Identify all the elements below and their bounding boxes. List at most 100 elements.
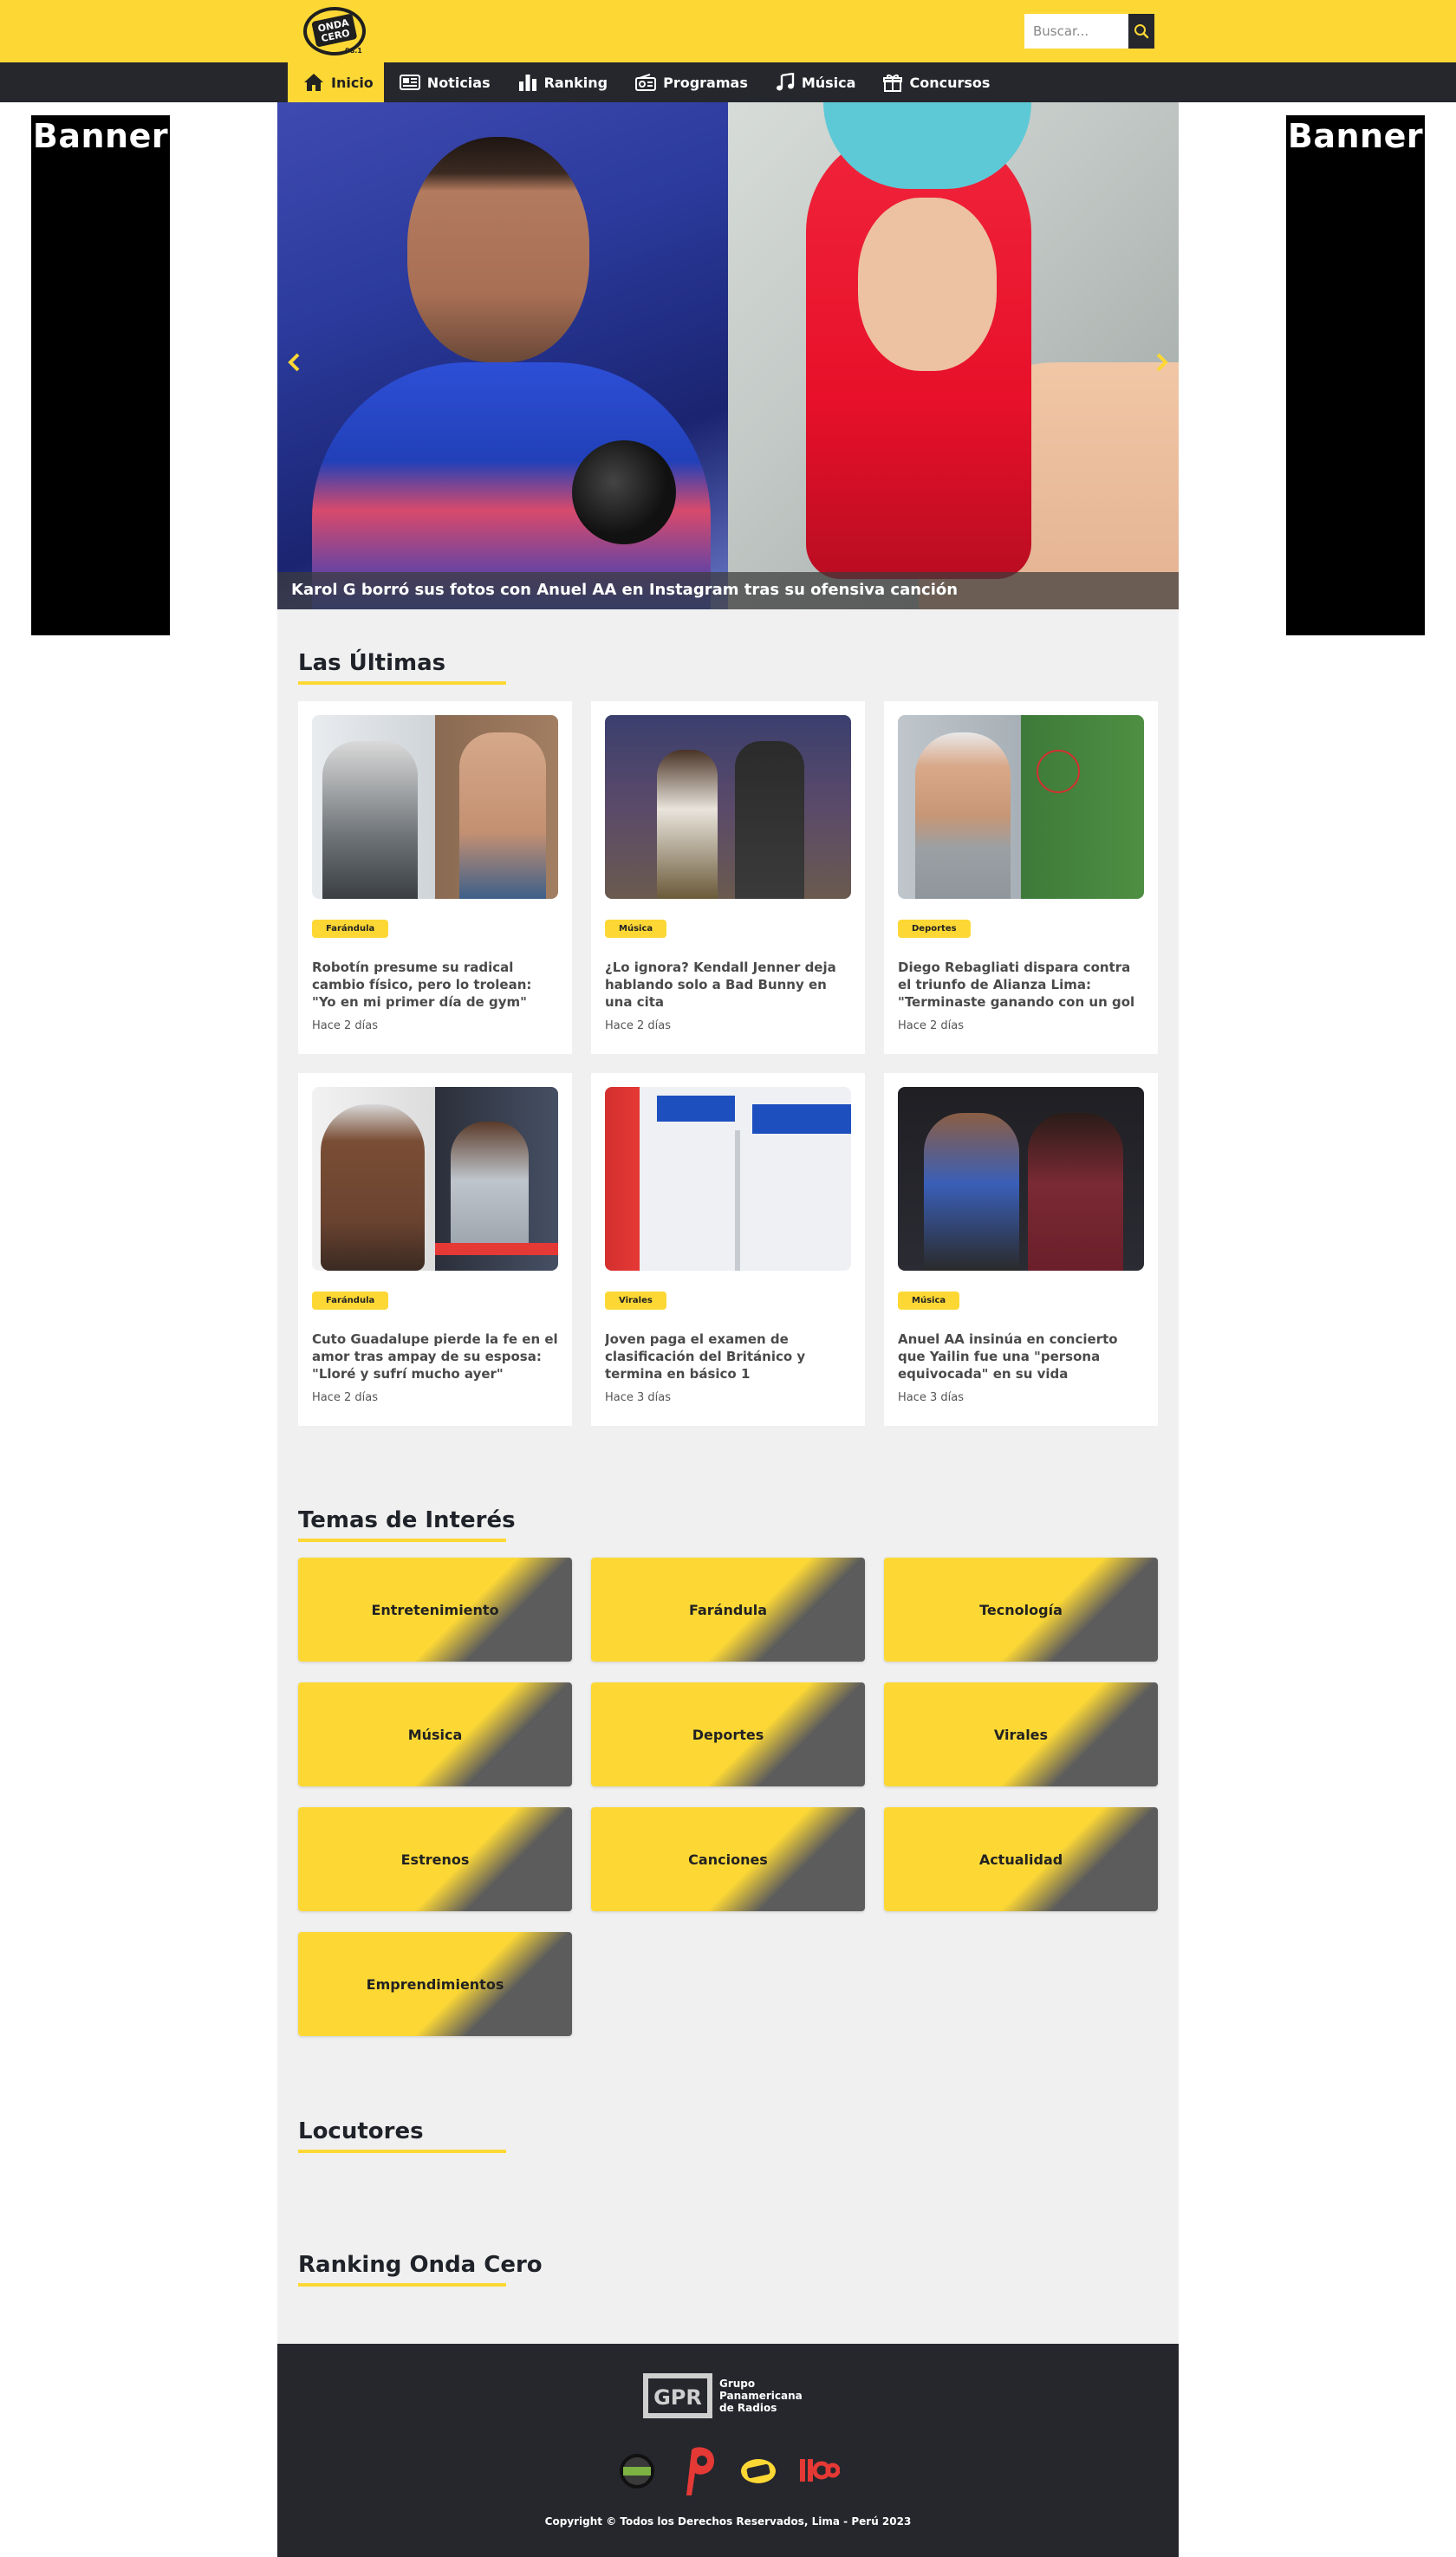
hero-image-right [728,102,1179,609]
section-underline [298,681,506,685]
section-underline [298,2150,506,2153]
news-thumbnail [898,1087,1144,1271]
bar-chart-icon [518,75,536,91]
news-thumbnail [312,715,558,899]
left-ad-banner[interactable]: Banner [31,115,170,635]
gpr-line-2: Panamericana [719,2390,803,2402]
news-thumbnail [605,715,851,899]
category-tag[interactable]: Farándula [312,920,389,938]
topic-estrenos[interactable]: Estrenos [298,1807,572,1911]
radio-panamericana-logo[interactable] [667,2441,728,2502]
section-underline [298,2283,506,2287]
nav-label: Ranking [543,74,608,91]
category-tag[interactable]: Virales [605,1292,666,1310]
news-title[interactable]: Robotín presume su radical cambio físico… [312,959,558,1011]
news-time: Hace 2 días [312,1019,379,1032]
radio-onda-cero-logo[interactable] [728,2441,789,2502]
news-time: Hace 2 días [898,1019,965,1032]
topic-virales[interactable]: Virales [884,1682,1158,1786]
section-underline [298,1539,506,1542]
latest-news-grid: Farándula Robotín presume su radical cam… [298,701,1158,1426]
hero-image-left [277,102,728,609]
category-tag[interactable]: Deportes [898,920,971,938]
hero-slider[interactable]: Karol G borró sus fotos con Anuel AA en … [277,102,1179,609]
news-title[interactable]: Cuto Guadalupe pierde la fe en el amor t… [312,1331,558,1383]
radio-nube-logo[interactable] [607,2441,667,2502]
nav-label: Concursos [909,74,991,91]
news-title[interactable]: Diego Rebagliati dispara contra el triun… [898,959,1144,1011]
news-title[interactable]: ¿Lo ignora? Kendall Jenner deja hablando… [605,959,851,1011]
search-bar [1024,14,1154,49]
news-time: Hace 3 días [605,1391,672,1404]
topic-farandula[interactable]: Farándula [591,1558,865,1662]
main-navbar: Inicio Noticias Ranking Programas Música… [0,62,1456,102]
nav-label: Inicio [331,74,374,91]
hero-caption[interactable]: Karol G borró sus fotos con Anuel AA en … [277,572,1179,609]
topic-actualidad[interactable]: Actualidad [884,1807,1158,1911]
nav-label: Noticias [426,74,491,91]
news-card[interactable]: Farándula Robotín presume su radical cam… [298,701,572,1054]
nav-menu: Inicio Noticias Ranking Programas Música… [288,62,1002,102]
section-title-announcers: Locutores [298,2118,424,2144]
news-thumbnail [898,715,1144,899]
gpr-line-1: Grupo [719,2378,755,2390]
topic-emprendimientos[interactable]: Emprendimientos [298,1932,572,2036]
section-title-topics: Temas de Interés [298,1507,516,1533]
search-icon [1134,24,1149,39]
main-content: Karol G borró sus fotos con Anuel AA en … [277,102,1179,2344]
news-card[interactable]: Virales Joven paga el examen de clasific… [591,1073,865,1426]
nav-label: Programas [663,74,748,91]
copyright-text: Copyright © Todos los Derechos Reservado… [544,2515,912,2528]
news-card[interactable]: Deportes Diego Rebagliati dispara contra… [884,701,1158,1054]
news-time: Hace 2 días [312,1391,379,1404]
nav-item-programas[interactable]: Programas [620,62,760,102]
gpr-line-3: de Radios [719,2402,777,2414]
right-ad-banner[interactable]: Banner [1286,115,1425,635]
section-title-ranking: Ranking Onda Cero [298,2252,543,2278]
news-card[interactable]: Música ¿Lo ignora? Kendall Jenner deja h… [591,701,865,1054]
section-title-latest: Las Últimas [298,650,446,676]
category-tag[interactable]: Farándula [312,1292,389,1310]
news-thumbnail [312,1087,558,1271]
news-title[interactable]: Anuel AA insinúa en concierto que Yailin… [898,1331,1144,1383]
site-footer: GPR Grupo Panamericana de Radios Copyrig… [277,2344,1179,2557]
gift-icon [883,75,903,92]
gpr-abbr: GPR [653,2385,702,2410]
radio-1160-logo[interactable] [789,2441,849,2502]
home-icon [304,74,323,91]
category-tag[interactable]: Música [898,1292,960,1310]
category-tag[interactable]: Música [605,920,667,938]
topic-musica[interactable]: Música [298,1682,572,1786]
topic-deportes[interactable]: Deportes [591,1682,865,1786]
topic-canciones[interactable]: Canciones [591,1807,865,1911]
top-header: ONDA CERO 98.1 [0,0,1456,62]
search-input[interactable] [1024,14,1128,49]
nav-label: Música [801,74,856,91]
gpr-logo[interactable]: GPR Grupo Panamericana de Radios [641,2370,823,2422]
topic-tecnologia[interactable]: Tecnología [884,1558,1158,1662]
topic-entretenimiento[interactable]: Entretenimiento [298,1558,572,1662]
radio-logos [607,2441,849,2502]
nav-item-noticias[interactable]: Noticias [384,62,503,102]
slider-next-button[interactable] [1151,352,1172,373]
news-time: Hace 3 días [898,1391,965,1404]
music-note-icon [776,73,795,91]
chevron-right-icon [1156,353,1168,372]
radio-icon [635,74,657,91]
news-title[interactable]: Joven paga el examen de clasificación de… [605,1331,851,1383]
nav-item-concursos[interactable]: Concursos [868,62,1002,102]
nav-item-ranking[interactable]: Ranking [503,62,620,102]
slider-prev-button[interactable] [284,352,305,373]
topics-grid: Entretenimiento Farándula Tecnología Mús… [298,1558,1158,2036]
news-time: Hace 2 días [605,1019,672,1032]
news-thumbnail [605,1087,851,1271]
news-card[interactable]: Farándula Cuto Guadalupe pierde la fe en… [298,1073,572,1426]
nav-item-musica[interactable]: Música [760,62,868,102]
news-card[interactable]: Música Anuel AA insinúa en concierto que… [884,1073,1158,1426]
newspaper-icon [399,75,420,90]
site-logo[interactable]: ONDA CERO 98.1 [302,5,367,57]
chevron-left-icon [288,353,300,372]
search-button[interactable] [1128,14,1154,49]
nav-item-inicio[interactable]: Inicio [288,62,384,102]
logo-frequency: 98.1 [345,47,362,55]
